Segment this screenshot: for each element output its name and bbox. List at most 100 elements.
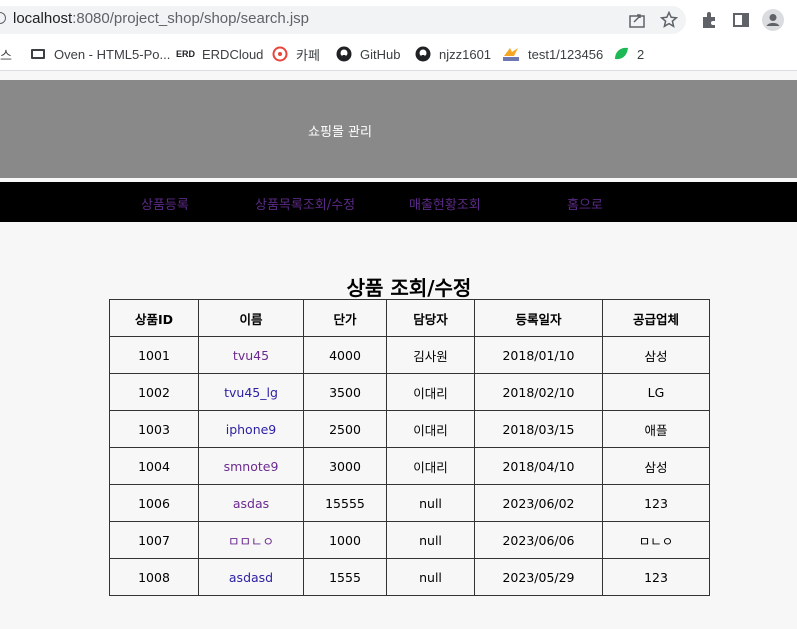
cell-manager: 김사원	[386, 336, 475, 374]
cell-manager: 이대리	[386, 410, 475, 448]
cell-supplier: 123	[602, 484, 710, 522]
bookmark-github[interactable]: GitHub	[336, 44, 400, 64]
cell-price: 2500	[303, 410, 387, 448]
page-title: 상품 조회/수정	[346, 276, 472, 300]
product-table: 상품ID 이름 단가 담당자 등록일자 공급업체 1001 tvu45 4000…	[109, 299, 710, 596]
table-row: 1006 asdas 15555 null 2023/06/02 123	[109, 484, 710, 522]
table-header-row: 상품ID 이름 단가 담당자 등록일자 공급업체	[109, 299, 710, 337]
bookmark-label: Oven - HTML5-Po...	[54, 46, 171, 62]
product-name-link[interactable]: asdas	[233, 496, 269, 511]
column-header-date: 등록일자	[474, 299, 603, 337]
cell-name: smnote9	[198, 447, 304, 485]
column-header-supplier: 공급업체	[602, 299, 710, 337]
product-name-link[interactable]: smnote9	[224, 459, 279, 474]
cell-supplier: 삼성	[602, 447, 710, 485]
github-icon	[415, 46, 431, 62]
bookmark-star-icon[interactable]	[660, 11, 678, 29]
page-header: 쇼핑몰 관리	[0, 80, 797, 178]
column-header-price: 단가	[303, 299, 387, 337]
nav-item-product-list[interactable]: 상품목록조회/수정	[255, 194, 355, 213]
url-text[interactable]: localhost:8080/project_shop/shop/search.…	[13, 10, 309, 27]
product-name-link[interactable]: ㅁㅁㄴㅇ	[228, 534, 274, 549]
cell-name: asdasd	[198, 558, 304, 596]
nav-item-home[interactable]: 홈으로	[567, 194, 603, 213]
cell-date: 2018/01/10	[474, 336, 603, 374]
cell-supplier: ㅁㄴㅇ	[602, 521, 710, 559]
main-nav: 상품등록 상품목록조회/수정 매출현황조회 홈으로	[0, 182, 797, 222]
bookmark-njzz1601[interactable]: njzz1601	[415, 44, 491, 64]
cell-manager: null	[386, 521, 475, 559]
cell-id: 1006	[109, 484, 199, 522]
product-name-link[interactable]: asdasd	[229, 570, 273, 585]
bookmark-label: 2	[637, 46, 645, 62]
nav-item-register-product[interactable]: 상품등록	[141, 194, 189, 213]
cell-name: tvu45	[198, 336, 304, 374]
cell-date: 2018/03/15	[474, 410, 603, 448]
product-name-link[interactable]: tvu45_lg	[224, 385, 278, 400]
bookmark-oven[interactable]: Oven - HTML5-Po...	[30, 44, 170, 64]
cell-name: tvu45_lg	[198, 373, 304, 411]
github-icon	[336, 46, 352, 62]
column-header-name: 이름	[198, 299, 304, 337]
cell-supplier: 123	[602, 558, 710, 596]
bookmark-2[interactable]: 2	[613, 44, 644, 64]
browser-address-bar: localhost:8080/project_shop/shop/search.…	[0, 0, 797, 40]
bookmark-label: ERDCloud	[202, 46, 264, 62]
cell-name: ㅁㅁㄴㅇ	[198, 521, 304, 559]
cell-date: 2023/06/02	[474, 484, 603, 522]
cell-name: iphone9	[198, 410, 304, 448]
page-header-title: 쇼핑몰 관리	[308, 125, 372, 140]
cell-id: 1008	[109, 558, 199, 596]
cell-price: 15555	[303, 484, 387, 522]
bookmark-cafe[interactable]: 카페	[272, 44, 320, 64]
cell-supplier: 삼성	[602, 336, 710, 374]
cell-date: 2023/05/29	[474, 558, 603, 596]
cell-price: 3500	[303, 373, 387, 411]
cell-manager: 이대리	[386, 373, 475, 411]
extensions-icon[interactable]	[700, 11, 718, 29]
table-row: 1004 smnote9 3000 이대리 2018/04/10 삼성	[109, 447, 710, 485]
bookmark-test1[interactable]: test1/123456	[502, 44, 603, 64]
cell-price: 3000	[303, 447, 387, 485]
bookmark-erdcloud[interactable]: ERD ERDCloud	[176, 44, 263, 64]
pma-icon	[503, 48, 519, 61]
oven-icon	[31, 49, 45, 59]
cell-price: 1000	[303, 521, 387, 559]
cell-id: 1001	[109, 336, 199, 374]
bookmark-label: test1/123456	[528, 46, 604, 62]
nav-item-sales-status[interactable]: 매출현황조회	[409, 194, 481, 213]
green-leaf-icon	[615, 47, 628, 60]
product-name-link[interactable]: iphone9	[226, 422, 277, 437]
cell-date: 2023/06/06	[474, 521, 603, 559]
cell-manager: null	[386, 558, 475, 596]
cell-price: 1555	[303, 558, 387, 596]
cell-id: 1002	[109, 373, 199, 411]
cell-price: 4000	[303, 336, 387, 374]
table-row: 1008 asdasd 1555 null 2023/05/29 123	[109, 558, 710, 596]
profile-avatar-icon[interactable]	[762, 9, 784, 31]
side-panel-icon[interactable]	[732, 11, 750, 29]
url-path: :8080/project_shop/shop/search.jsp	[72, 10, 310, 27]
cell-name: asdas	[198, 484, 304, 522]
column-header-manager: 담당자	[386, 299, 475, 337]
table-row: 1003 iphone9 2500 이대리 2018/03/15 애플	[109, 410, 710, 448]
share-icon[interactable]	[628, 11, 646, 29]
bookmarks-bar: 스 Oven - HTML5-Po... ERD ERDCloud 카페 Git…	[0, 40, 797, 71]
bookmark-label: GitHub	[360, 46, 401, 62]
cell-supplier: LG	[602, 373, 710, 411]
bookmark-label: njzz1601	[439, 46, 492, 62]
table-row: 1007 ㅁㅁㄴㅇ 1000 null 2023/06/06 ㅁㄴㅇ	[109, 521, 710, 559]
table-row: 1001 tvu45 4000 김사원 2018/01/10 삼성	[109, 336, 710, 374]
table-row: 1002 tvu45_lg 3500 이대리 2018/02/10 LG	[109, 373, 710, 411]
bookmark-label: 카페	[296, 47, 320, 63]
cell-supplier: 애플	[602, 410, 710, 448]
cell-id: 1007	[109, 521, 199, 559]
bookmark-partial[interactable]: 스	[0, 44, 12, 64]
cell-id: 1004	[109, 447, 199, 485]
cell-date: 2018/02/10	[474, 373, 603, 411]
cell-manager: 이대리	[386, 447, 475, 485]
bookmark-label: 스	[0, 47, 12, 63]
cell-manager: null	[386, 484, 475, 522]
cell-id: 1003	[109, 410, 199, 448]
product-name-link[interactable]: tvu45	[233, 348, 269, 363]
